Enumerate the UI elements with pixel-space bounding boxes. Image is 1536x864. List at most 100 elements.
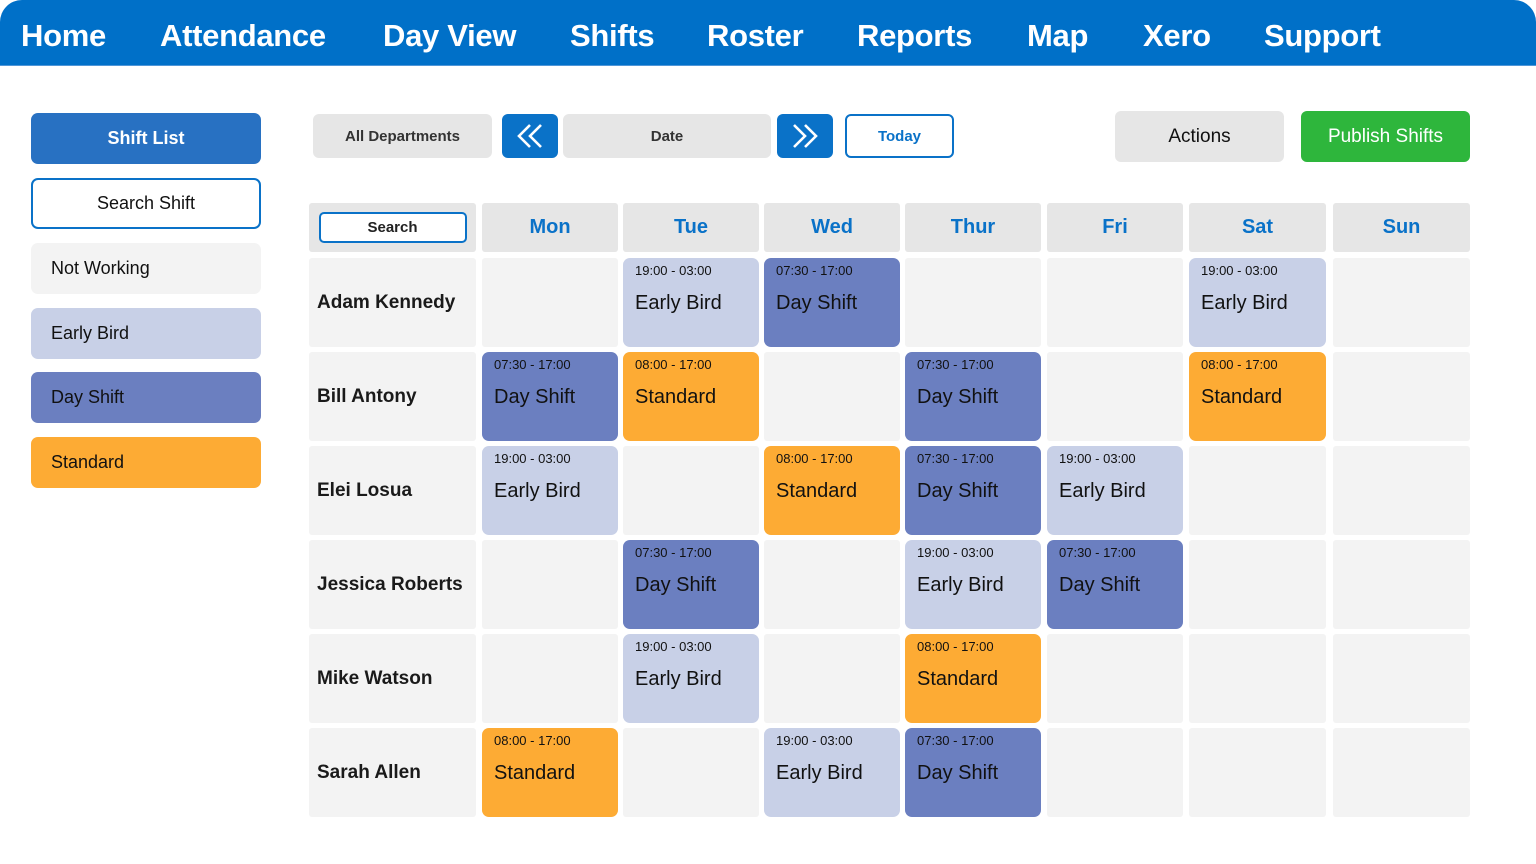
empty-shift-cell[interactable] bbox=[1047, 634, 1183, 723]
empty-shift-cell[interactable] bbox=[623, 446, 759, 535]
empty-shift-cell[interactable] bbox=[1189, 446, 1326, 535]
shift-time: 19:00 - 03:00 bbox=[635, 639, 712, 654]
employee-name: Bill Antony bbox=[309, 352, 476, 441]
publish-shifts-button[interactable]: Publish Shifts bbox=[1301, 111, 1470, 162]
empty-shift-cell[interactable] bbox=[623, 728, 759, 817]
top-navigation: Home Attendance Day View Shifts Roster R… bbox=[0, 0, 1536, 66]
nav-support[interactable]: Support bbox=[1264, 18, 1381, 54]
shift-card[interactable]: 07:30 - 17:00 Day Shift bbox=[482, 352, 618, 441]
day-header-fri: Fri bbox=[1047, 203, 1183, 252]
empty-shift-cell[interactable] bbox=[1333, 728, 1470, 817]
shift-type: Day Shift bbox=[494, 386, 576, 408]
shift-time: 07:30 - 17:00 bbox=[635, 545, 712, 560]
departments-dropdown[interactable]: All Departments bbox=[313, 114, 492, 158]
shift-card[interactable]: 07:30 - 17:00 Day Shift bbox=[1047, 540, 1183, 629]
empty-shift-cell[interactable] bbox=[764, 352, 900, 441]
empty-shift-cell[interactable] bbox=[1189, 540, 1326, 629]
empty-shift-cell[interactable] bbox=[1333, 446, 1470, 535]
shift-card[interactable]: 07:30 - 17:00 Day Shift bbox=[905, 728, 1041, 817]
day-header-mon: Mon bbox=[482, 203, 618, 252]
nav-attendance[interactable]: Attendance bbox=[160, 18, 326, 54]
empty-shift-cell[interactable] bbox=[482, 540, 618, 629]
nav-shifts[interactable]: Shifts bbox=[570, 18, 655, 54]
empty-shift-cell[interactable] bbox=[1333, 540, 1470, 629]
empty-shift-cell[interactable] bbox=[1333, 352, 1470, 441]
shift-type: Early Bird bbox=[1059, 480, 1146, 502]
employee-name: Mike Watson bbox=[309, 634, 476, 723]
shift-card[interactable]: 19:00 - 03:00 Early Bird bbox=[905, 540, 1041, 629]
empty-shift-cell[interactable] bbox=[1189, 728, 1326, 817]
shift-card[interactable]: 19:00 - 03:00 Early Bird bbox=[764, 728, 900, 817]
nav-map[interactable]: Map bbox=[1027, 18, 1088, 54]
shift-time: 08:00 - 17:00 bbox=[494, 733, 571, 748]
legend-standard[interactable]: Standard bbox=[31, 437, 261, 488]
shift-list-button[interactable]: Shift List bbox=[31, 113, 261, 164]
nav-reports[interactable]: Reports bbox=[857, 18, 972, 54]
employee-name: Adam Kennedy bbox=[309, 258, 476, 347]
nav-roster[interactable]: Roster bbox=[707, 18, 804, 54]
shift-time: 07:30 - 17:00 bbox=[1059, 545, 1136, 560]
shift-time: 19:00 - 03:00 bbox=[917, 545, 994, 560]
employee-name: Elei Losua bbox=[309, 446, 476, 535]
empty-shift-cell[interactable] bbox=[1189, 634, 1326, 723]
shift-card[interactable]: 08:00 - 17:00 Standard bbox=[764, 446, 900, 535]
shift-type: Standard bbox=[917, 668, 999, 690]
shift-card[interactable]: 19:00 - 03:00 Early Bird bbox=[482, 446, 618, 535]
shift-time: 19:00 - 03:00 bbox=[635, 263, 712, 278]
empty-shift-cell[interactable] bbox=[482, 634, 618, 723]
search-shift-button[interactable]: Search Shift bbox=[31, 178, 261, 229]
shift-card[interactable]: 08:00 - 17:00 Standard bbox=[1189, 352, 1326, 441]
shift-card[interactable]: 19:00 - 03:00 Early Bird bbox=[1189, 258, 1326, 347]
empty-shift-cell[interactable] bbox=[482, 258, 618, 347]
nav-home[interactable]: Home bbox=[21, 18, 106, 54]
shift-type: Early Bird bbox=[1201, 292, 1288, 314]
shift-card[interactable]: 19:00 - 03:00 Early Bird bbox=[623, 634, 759, 723]
empty-shift-cell[interactable] bbox=[764, 540, 900, 629]
shift-type: Standard bbox=[635, 386, 717, 408]
empty-shift-cell[interactable] bbox=[1047, 352, 1183, 441]
date-picker[interactable]: Date bbox=[563, 114, 771, 158]
shift-type: Day Shift bbox=[776, 292, 858, 314]
shift-type: Standard bbox=[776, 480, 858, 502]
shift-card[interactable]: 08:00 - 17:00 Standard bbox=[623, 352, 759, 441]
shift-time: 07:30 - 17:00 bbox=[494, 357, 571, 372]
roster-search-button[interactable]: Search bbox=[318, 212, 467, 243]
shift-type: Day Shift bbox=[917, 762, 999, 784]
shift-card[interactable]: 08:00 - 17:00 Standard bbox=[482, 728, 618, 817]
previous-week-button[interactable] bbox=[502, 114, 558, 158]
legend-not-working[interactable]: Not Working bbox=[31, 243, 261, 294]
shift-card[interactable]: 19:00 - 03:00 Early Bird bbox=[623, 258, 759, 347]
double-chevron-left-icon bbox=[517, 124, 542, 148]
search-header-cell: Search bbox=[309, 203, 476, 252]
shift-type: Early Bird bbox=[917, 574, 1004, 596]
shift-type: Early Bird bbox=[635, 668, 722, 690]
shift-card[interactable]: 08:00 - 17:00 Standard bbox=[905, 634, 1041, 723]
employee-name: Jessica Roberts bbox=[309, 540, 476, 629]
actions-button[interactable]: Actions bbox=[1115, 111, 1284, 162]
shift-type: Day Shift bbox=[917, 386, 999, 408]
nav-day-view[interactable]: Day View bbox=[383, 18, 516, 54]
nav-xero[interactable]: Xero bbox=[1143, 18, 1211, 54]
shift-time: 07:30 - 17:00 bbox=[917, 451, 994, 466]
empty-shift-cell[interactable] bbox=[1333, 258, 1470, 347]
legend-early-bird[interactable]: Early Bird bbox=[31, 308, 261, 359]
shift-type: Day Shift bbox=[917, 480, 999, 502]
empty-shift-cell[interactable] bbox=[764, 634, 900, 723]
empty-shift-cell[interactable] bbox=[1333, 634, 1470, 723]
today-button[interactable]: Today bbox=[845, 114, 954, 158]
shift-time: 08:00 - 17:00 bbox=[776, 451, 853, 466]
empty-shift-cell[interactable] bbox=[905, 258, 1041, 347]
shift-type: Early Bird bbox=[494, 480, 581, 502]
shift-time: 08:00 - 17:00 bbox=[917, 639, 994, 654]
shift-card[interactable]: 07:30 - 17:00 Day Shift bbox=[905, 446, 1041, 535]
empty-shift-cell[interactable] bbox=[1047, 728, 1183, 817]
empty-shift-cell[interactable] bbox=[1047, 258, 1183, 347]
shift-card[interactable]: 07:30 - 17:00 Day Shift bbox=[905, 352, 1041, 441]
shift-card[interactable]: 19:00 - 03:00 Early Bird bbox=[1047, 446, 1183, 535]
shift-time: 19:00 - 03:00 bbox=[1201, 263, 1278, 278]
double-chevron-right-icon bbox=[793, 124, 818, 148]
next-week-button[interactable] bbox=[777, 114, 833, 158]
shift-card[interactable]: 07:30 - 17:00 Day Shift bbox=[764, 258, 900, 347]
legend-day-shift[interactable]: Day Shift bbox=[31, 372, 261, 423]
shift-card[interactable]: 07:30 - 17:00 Day Shift bbox=[623, 540, 759, 629]
